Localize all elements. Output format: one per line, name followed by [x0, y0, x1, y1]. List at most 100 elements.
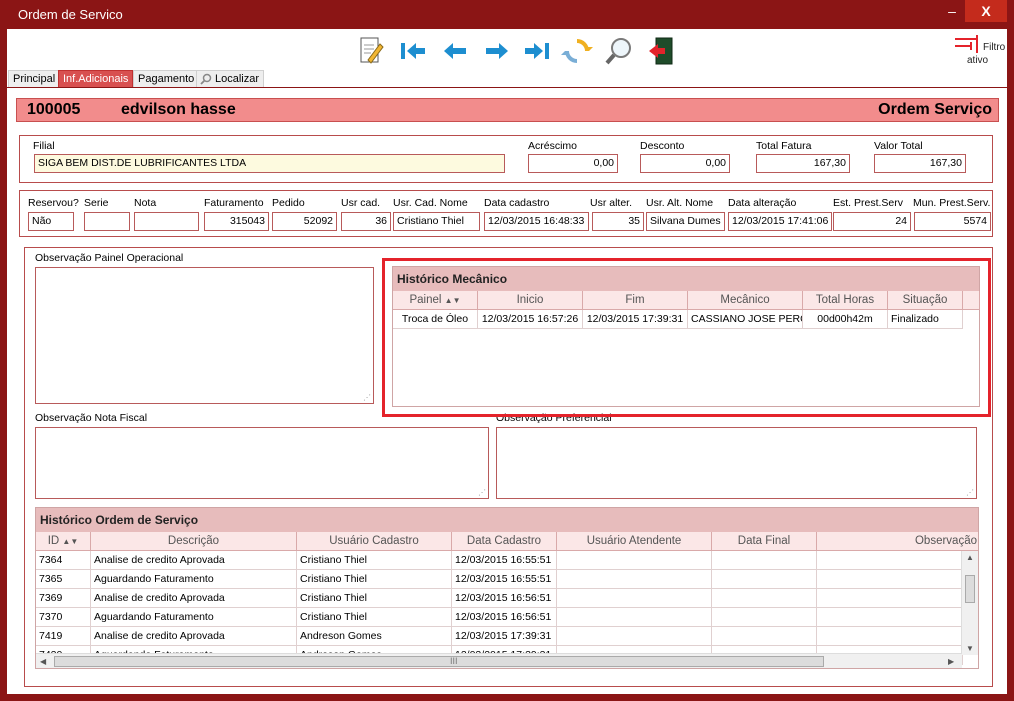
historico-os-panel: Histórico Ordem de Serviço ID ▲▼ Descriç…	[35, 507, 979, 669]
usr-cad-nome-field[interactable]: Cristiano Thiel	[393, 212, 480, 231]
vertical-scrollbar[interactable]: ▲ ▼	[961, 551, 978, 655]
reservou-field[interactable]: Não	[28, 212, 74, 231]
cell-usuario-cadastro: Andreson Gomes	[297, 627, 452, 646]
faturamento-field[interactable]: 315043	[204, 212, 269, 231]
desconto-label: Desconto	[640, 140, 685, 152]
filial-field[interactable]: SIGA BEM DIST.DE LUBRIFICANTES LTDA	[34, 154, 505, 173]
obs-painel-textarea[interactable]: ⋰	[35, 267, 374, 404]
cell-data-final	[712, 608, 817, 627]
historico-os-title: Histórico Ordem de Serviço	[36, 508, 978, 532]
col-id[interactable]: ID ▲▼	[36, 532, 91, 551]
last-record-icon[interactable]	[521, 34, 553, 68]
scroll-down-icon[interactable]: ▼	[966, 644, 974, 653]
cell-descricao: Aguardando Faturamento	[91, 570, 297, 589]
valor-total-label: Valor Total	[874, 140, 923, 152]
cell-data-final	[712, 551, 817, 570]
data-alteracao-field[interactable]: 12/03/2015 17:41:06	[728, 212, 832, 231]
cell-descricao: Aguardando Faturamento	[91, 608, 297, 627]
window-title: Ordem de Servico	[18, 7, 123, 22]
tab-localizar-label: Localizar	[215, 73, 260, 85]
usr-alt-nome-label: Usr. Alt. Nome	[646, 197, 714, 209]
tab-pagamento[interactable]: Pagamento	[133, 70, 200, 87]
pedido-field[interactable]: 52092	[272, 212, 337, 231]
scroll-thumb-horizontal[interactable]: III	[54, 656, 824, 667]
horizontal-scrollbar[interactable]: ◀ III ▶	[36, 653, 962, 668]
obs-nota-fiscal-textarea[interactable]: ⋰	[35, 427, 489, 499]
cell-data-final	[712, 589, 817, 608]
usr-alter-field[interactable]: 35	[592, 212, 644, 231]
refresh-icon[interactable]	[561, 34, 593, 68]
cell-observacao	[817, 570, 963, 589]
usr-cad-nome-label: Usr. Cad. Nome	[393, 197, 468, 209]
cell-data-final	[712, 627, 817, 646]
reservou-label: Reservou?	[28, 197, 79, 209]
acrescimo-label: Acréscimo	[528, 140, 578, 152]
filter-toggle[interactable]: Filtro ativo	[947, 31, 1007, 71]
summary-section: Filial SIGA BEM DIST.DE LUBRIFICANTES LT…	[19, 135, 993, 183]
mun-prest-field[interactable]: 5574	[914, 212, 991, 231]
scroll-left-icon[interactable]: ◀	[40, 657, 46, 666]
close-button[interactable]: X	[965, 0, 1007, 22]
first-record-icon[interactable]	[397, 34, 429, 68]
usr-alt-nome-field[interactable]: Silvana Dumes	[646, 212, 725, 231]
scroll-up-icon[interactable]: ▲	[966, 553, 974, 562]
filial-label: Filial	[33, 140, 55, 152]
cell-usuario-cadastro: Cristiano Thiel	[297, 570, 452, 589]
usr-cad-field[interactable]: 36	[341, 212, 391, 231]
desconto-field[interactable]: 0,00	[640, 154, 730, 173]
minimize-button[interactable]: –	[940, 3, 964, 23]
previous-record-icon[interactable]	[439, 34, 471, 68]
cell-id: 7419	[36, 627, 91, 646]
data-alteracao-label: Data alteração	[728, 197, 797, 209]
thumb-grip: III	[450, 656, 458, 666]
serie-label: Serie	[84, 197, 109, 209]
cell-usuario-atendente	[557, 570, 712, 589]
col-usuario-atendente[interactable]: Usuário Atendente	[557, 532, 712, 551]
edit-document-icon[interactable]	[355, 34, 387, 68]
obs-painel-label: Observação Painel Operacional	[35, 252, 184, 264]
cell-observacao	[817, 589, 963, 608]
cell-observacao	[817, 627, 963, 646]
col-usuario-cadastro[interactable]: Usuário Cadastro	[297, 532, 452, 551]
col-observacao[interactable]: Observação	[817, 532, 978, 551]
serie-field[interactable]	[84, 212, 130, 231]
total-fatura-field[interactable]: 167,30	[756, 154, 850, 173]
cell-usuario-cadastro: Cristiano Thiel	[297, 551, 452, 570]
cell-data-final	[712, 570, 817, 589]
data-cadastro-field[interactable]: 12/03/2015 16:48:33	[484, 212, 589, 231]
tab-strip: Principal Inf.Adicionais Pagamento Local…	[7, 70, 1007, 87]
next-record-icon[interactable]	[481, 34, 513, 68]
tab-inf-adicionais[interactable]: Inf.Adicionais	[58, 70, 134, 87]
scroll-thumb[interactable]	[965, 575, 975, 603]
cell-usuario-atendente	[557, 551, 712, 570]
est-prest-field[interactable]: 24	[833, 212, 911, 231]
obs-nota-fiscal-label: Observação Nota Fiscal	[35, 412, 148, 424]
order-title: Ordem Serviço	[878, 101, 992, 118]
search-icon	[200, 73, 212, 85]
client-name: edvilson hasse	[121, 101, 236, 118]
cell-usuario-cadastro: Cristiano Thiel	[297, 608, 452, 627]
cell-data-cadastro: 12/03/2015 16:56:51	[452, 589, 557, 608]
acrescimo-field[interactable]: 0,00	[528, 154, 618, 173]
tab-principal[interactable]: Principal	[8, 70, 61, 87]
exit-icon[interactable]	[645, 34, 677, 68]
cell-usuario-atendente	[557, 627, 712, 646]
search-magnifier-icon[interactable]	[603, 34, 635, 68]
order-id: 100005	[27, 101, 81, 118]
nota-field[interactable]	[134, 212, 199, 231]
pedido-label: Pedido	[272, 197, 305, 209]
sort-arrows-icon: ▲▼	[62, 537, 79, 546]
valor-total-field[interactable]: 167,30	[874, 154, 966, 173]
col-data-final[interactable]: Data Final	[712, 532, 817, 551]
app-window: Ordem de Servico – X Filtro ativo Princi…	[0, 0, 1014, 701]
tab-localizar[interactable]: Localizar	[196, 70, 265, 87]
scroll-right-icon[interactable]: ▶	[948, 657, 954, 666]
obs-preferencial-textarea[interactable]: ⋰	[496, 427, 977, 499]
col-descricao[interactable]: Descrição	[91, 532, 297, 551]
col-data-cadastro[interactable]: Data Cadastro	[452, 532, 557, 551]
cell-id: 7370	[36, 608, 91, 627]
est-prest-label: Est. Prest.Serv	[833, 197, 904, 209]
col-id-label: ID	[47, 535, 60, 547]
faturamento-label: Faturamento	[204, 197, 264, 209]
cell-data-cadastro: 12/03/2015 16:55:51	[452, 570, 557, 589]
